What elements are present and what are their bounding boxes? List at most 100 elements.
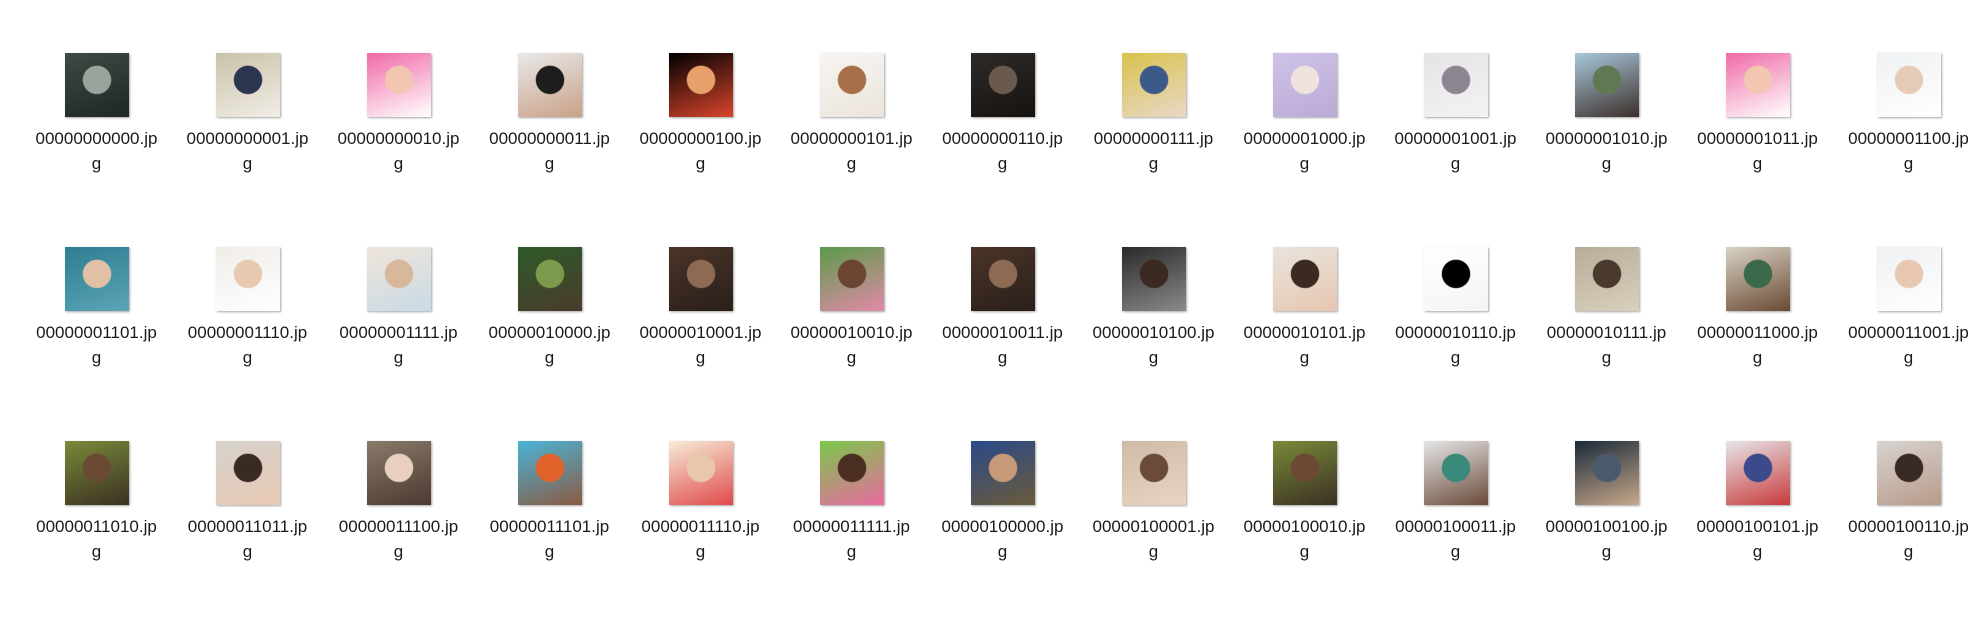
- man-photo-icon: [1122, 247, 1186, 311]
- file-item[interactable]: 00000001111.jpg: [323, 247, 474, 441]
- baby-photo-icon: [820, 53, 884, 117]
- cartoon-sketch-icon: [1424, 247, 1488, 311]
- file-name: 00000001110.jpg: [187, 320, 309, 370]
- file-item[interactable]: 00000010000.jpg: [474, 247, 625, 441]
- group-photo-icon: [1424, 441, 1488, 505]
- file-name: 00000010101.jpg: [1244, 320, 1366, 370]
- file-name: 00000000001.jpg: [187, 126, 309, 176]
- file-name: 00000010110.jpg: [1395, 320, 1517, 370]
- poster-photo-icon: [1575, 53, 1639, 117]
- file-item[interactable]: 00000011000.jpg: [1682, 247, 1833, 441]
- group-photo-icon: [1575, 441, 1639, 505]
- file-name: 00000001011.jpg: [1697, 126, 1819, 176]
- file-name: 00000010010.jpg: [791, 320, 913, 370]
- sketch-portrait-icon: [1424, 53, 1488, 117]
- file-item[interactable]: 00000100100.jpg: [1531, 441, 1682, 635]
- street-photo-icon: [65, 53, 129, 117]
- file-name: 00000100010.jpg: [1244, 514, 1366, 564]
- file-item[interactable]: 00000011111.jpg: [776, 441, 927, 635]
- file-name: 00000010100.jpg: [1093, 320, 1215, 370]
- file-grid: 00000000000.jpg 00000000001.jpg 0000000001…: [21, 53, 1967, 635]
- girls-photo-icon: [367, 441, 431, 505]
- file-name: 00000100100.jpg: [1546, 514, 1668, 564]
- file-name: 00000011000.jpg: [1697, 320, 1819, 370]
- file-item[interactable]: 00000100101.jpg: [1682, 441, 1833, 635]
- file-item[interactable]: 00000010001.jpg: [625, 247, 776, 441]
- child-photo-icon: [1122, 53, 1186, 117]
- file-name: 00000001111.jpg: [338, 320, 460, 370]
- file-item[interactable]: 00000000110.jpg: [927, 53, 1078, 247]
- file-item[interactable]: 00000010101.jpg: [1229, 247, 1380, 441]
- file-name: 00000100000.jpg: [942, 514, 1064, 564]
- file-item[interactable]: 00000000111.jpg: [1078, 53, 1229, 247]
- file-item[interactable]: 00000001000.jpg: [1229, 53, 1380, 247]
- file-item[interactable]: 00000000001.jpg: [172, 53, 323, 247]
- file-item[interactable]: 00000001001.jpg: [1380, 53, 1531, 247]
- file-item[interactable]: 00000100010.jpg: [1229, 441, 1380, 635]
- crowd-photo-icon: [971, 247, 1035, 311]
- file-item[interactable]: 00000010011.jpg: [927, 247, 1078, 441]
- file-item[interactable]: 00000001011.jpg: [1682, 53, 1833, 247]
- woman-photo-icon: [518, 441, 582, 505]
- cartoon-boy-icon: [669, 53, 733, 117]
- woman-photo-icon: [1122, 441, 1186, 505]
- file-name: 00000000000.jpg: [36, 126, 158, 176]
- baby-photo-icon: [1273, 53, 1337, 117]
- baby-photo-icon: [216, 247, 280, 311]
- file-item[interactable]: 00000011101.jpg: [474, 441, 625, 635]
- file-item[interactable]: 00000100001.jpg: [1078, 441, 1229, 635]
- child-photo-icon: [1726, 53, 1790, 117]
- file-item[interactable]: 00000010110.jpg: [1380, 247, 1531, 441]
- child-photo-icon: [1726, 247, 1790, 311]
- file-item[interactable]: 00000010010.jpg: [776, 247, 927, 441]
- man-photo-icon: [518, 53, 582, 117]
- file-name: 00000000101.jpg: [791, 126, 913, 176]
- woman-photo-icon: [216, 441, 280, 505]
- file-name: 00000000100.jpg: [640, 126, 762, 176]
- baby-photo-icon: [1877, 247, 1941, 311]
- file-name: 00000000010.jpg: [338, 126, 460, 176]
- file-item[interactable]: 00000011100.jpg: [323, 441, 474, 635]
- file-item[interactable]: 00000100000.jpg: [927, 441, 1078, 635]
- file-name: 00000011100.jpg: [338, 514, 460, 564]
- file-item[interactable]: 00000000000.jpg: [21, 53, 172, 247]
- file-item[interactable]: 00000000011.jpg: [474, 53, 625, 247]
- file-item[interactable]: 00000001101.jpg: [21, 247, 172, 441]
- file-name: 00000001010.jpg: [1546, 126, 1668, 176]
- file-name: 00000001000.jpg: [1244, 126, 1366, 176]
- file-item[interactable]: 00000011011.jpg: [172, 441, 323, 635]
- baby-photo-icon: [1273, 441, 1337, 505]
- child-photo-icon: [1273, 247, 1337, 311]
- file-item[interactable]: 00000001110.jpg: [172, 247, 323, 441]
- file-item[interactable]: 00000001100.jpg: [1833, 53, 1968, 247]
- file-name: 00000000111.jpg: [1093, 126, 1215, 176]
- file-name: 00000000011.jpg: [489, 126, 611, 176]
- file-name: 00000100101.jpg: [1697, 514, 1819, 564]
- file-name: 00000011111.jpg: [791, 514, 913, 564]
- file-item[interactable]: 00000011001.jpg: [1833, 247, 1968, 441]
- girl-photo-icon: [820, 441, 884, 505]
- file-name: 00000010000.jpg: [489, 320, 611, 370]
- file-item[interactable]: 00000000010.jpg: [323, 53, 474, 247]
- file-item[interactable]: 00000010111.jpg: [1531, 247, 1682, 441]
- file-item[interactable]: 00000010100.jpg: [1078, 247, 1229, 441]
- crowd-photo-icon: [669, 247, 733, 311]
- file-item[interactable]: 00000011110.jpg: [625, 441, 776, 635]
- file-name: 00000011101.jpg: [489, 514, 611, 564]
- file-name: 00000100110.jpg: [1848, 514, 1968, 564]
- file-item[interactable]: 00000100110.jpg: [1833, 441, 1968, 635]
- child-photo-icon: [367, 53, 431, 117]
- file-item[interactable]: 00000000100.jpg: [625, 53, 776, 247]
- file-name: 00000001101.jpg: [36, 320, 158, 370]
- file-item[interactable]: 00000100011.jpg: [1380, 441, 1531, 635]
- file-item[interactable]: 00000001010.jpg: [1531, 53, 1682, 247]
- file-name: 00000011110.jpg: [640, 514, 762, 564]
- file-name: 00000011010.jpg: [36, 514, 158, 564]
- child-photo-icon: [1877, 441, 1941, 505]
- file-item[interactable]: 00000011010.jpg: [21, 441, 172, 635]
- file-item[interactable]: 00000000101.jpg: [776, 53, 927, 247]
- girl-photo-icon: [1575, 247, 1639, 311]
- file-name: 00000011011.jpg: [187, 514, 309, 564]
- baby-photo-icon: [669, 441, 733, 505]
- file-name: 00000010011.jpg: [942, 320, 1064, 370]
